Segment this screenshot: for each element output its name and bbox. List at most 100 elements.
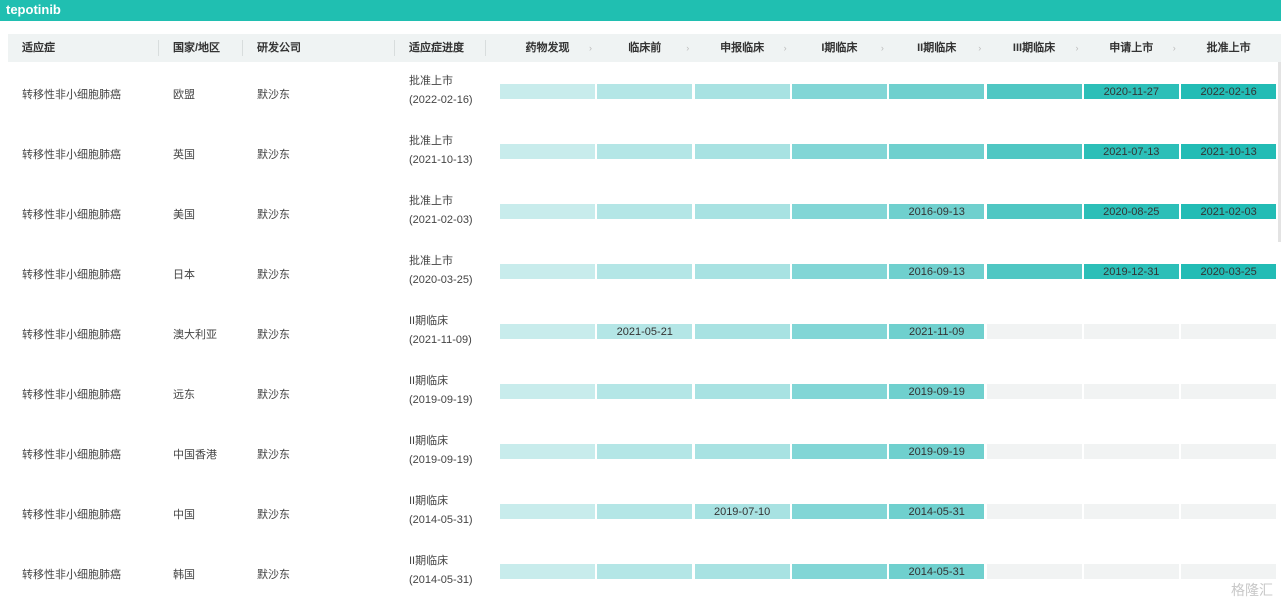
progress-date: (2020-03-25): [409, 274, 473, 286]
stage-bar: [1083, 504, 1179, 519]
stage-bar: [597, 384, 693, 399]
indication-cell: 转移性非小细胞肺癌: [22, 209, 121, 221]
stage-bar: [791, 504, 887, 519]
table-row[interactable]: 转移性非小细胞肺癌 欧盟 默沙东 批准上市 (2022-02-16) 2020-11-27…: [0, 62, 1281, 122]
stage-bar: 2019-09-19: [889, 444, 985, 459]
stage-bar: [597, 144, 693, 159]
header-company: 研发公司: [257, 42, 301, 54]
stage-bar: [694, 564, 790, 579]
stage-bar: [791, 144, 887, 159]
indication-cell: 转移性非小细胞肺癌: [22, 509, 121, 521]
stage-bar: [1083, 444, 1179, 459]
indication-cell: 转移性非小细胞肺癌: [22, 569, 121, 581]
indication-cell: 转移性非小细胞肺癌: [22, 149, 121, 161]
stage-bar: [1181, 444, 1277, 459]
progress-date: (2021-10-13): [409, 154, 473, 166]
stage-bar: [889, 144, 985, 159]
watermark: 格隆汇: [1231, 582, 1273, 598]
stage-bar: [500, 204, 595, 219]
region-cell: 美国: [173, 209, 195, 221]
stage-bar: [986, 384, 1082, 399]
stage-bar: [1181, 504, 1277, 519]
table-row[interactable]: 转移性非小细胞肺癌 英国 默沙东 批准上市 (2021-10-13) 2021-07-13…: [0, 122, 1281, 182]
progress-date: (2021-02-03): [409, 214, 473, 226]
progress-date: (2019-09-19): [409, 454, 473, 466]
stage-bar: 2022-02-16: [1181, 84, 1277, 99]
header-region: 国家/地区: [173, 42, 221, 54]
stage-bar: 2016-09-13: [889, 204, 985, 219]
indication-cell: 转移性非小细胞肺癌: [22, 389, 121, 401]
company-cell: 默沙东: [257, 329, 290, 341]
progress-date: (2014-05-31): [409, 514, 473, 526]
stage-bar: [1083, 384, 1179, 399]
stage-bar: [986, 444, 1082, 459]
table-row[interactable]: 转移性非小细胞肺癌 澳大利亚 默沙东 II期临床 (2021-11-09) 2021-05…: [0, 302, 1281, 362]
chevron-right-icon: ›: [1172, 43, 1176, 53]
chevron-right-icon: ›: [978, 43, 982, 53]
stage-bar: [694, 324, 790, 339]
table-row[interactable]: 转移性非小细胞肺癌 日本 默沙东 批准上市 (2020-03-25) 2016-09-13…: [0, 242, 1281, 302]
company-cell: 默沙东: [257, 509, 290, 521]
stage-bar: [791, 564, 887, 579]
stage-bar: 2019-12-31: [1083, 264, 1179, 279]
progress-date: (2019-09-19): [409, 394, 473, 406]
table-row[interactable]: 转移性非小细胞肺癌 韩国 默沙东 II期临床 (2014-05-31) 2014-05-3…: [0, 542, 1281, 602]
title-bar: tepotinib: [0, 0, 1281, 21]
header-stage: 申报临床: [720, 42, 765, 54]
header-stage: 申请上市: [1109, 42, 1154, 54]
header-divider: [242, 40, 243, 56]
chevron-right-icon: ›: [783, 43, 787, 53]
stage-bar: [500, 84, 595, 99]
stage-bar: [500, 264, 595, 279]
table-row[interactable]: 转移性非小细胞肺癌 远东 默沙东 II期临床 (2019-09-19) 2019-09-1…: [0, 362, 1281, 422]
stage-bar: [986, 564, 1082, 579]
table-row[interactable]: 转移性非小细胞肺癌 美国 默沙东 批准上市 (2021-02-03) 2016-09-13…: [0, 182, 1281, 242]
stage-bar: [986, 504, 1082, 519]
stage-bar: [1083, 324, 1179, 339]
stage-bar: [597, 84, 693, 99]
region-cell: 日本: [173, 269, 195, 281]
stage-bar: 2014-05-31: [889, 564, 985, 579]
pipeline-table-body: 转移性非小细胞肺癌 欧盟 默沙东 批准上市 (2022-02-16) 2020-11-27…: [0, 62, 1281, 606]
stage-bar: [791, 384, 887, 399]
header-stage: I期临床: [821, 42, 858, 54]
header-progress: 适应症进度: [409, 42, 464, 54]
header-divider: [485, 40, 486, 56]
progress-date: (2021-11-09): [409, 334, 472, 346]
stage-bar: [1083, 564, 1179, 579]
stage-bar: 2014-05-31: [889, 504, 985, 519]
stage-bar: 2021-11-09: [889, 324, 985, 339]
stage-bar: [500, 444, 595, 459]
chevron-right-icon: ›: [686, 43, 690, 53]
table-row[interactable]: 转移性非小细胞肺癌 中国 默沙东 II期临床 (2014-05-31) 2019-07-1…: [0, 482, 1281, 542]
table-row[interactable]: 转移性非小细胞肺癌 中国香港 默沙东 II期临床 (2019-09-19) 2019-09…: [0, 422, 1281, 482]
company-cell: 默沙东: [257, 149, 290, 161]
progress-status: II期临床: [409, 435, 449, 447]
stage-bar: [986, 204, 1082, 219]
stage-bar: [889, 84, 985, 99]
company-cell: 默沙东: [257, 269, 290, 281]
header-stage: 药物发现: [525, 42, 570, 54]
stage-bar: [791, 324, 887, 339]
table-header: 适应症 国家/地区 研发公司 适应症进度 药物发现 › 临床前 › 申报临床 › I期临床 ›…: [8, 34, 1281, 62]
stage-bar: [1181, 384, 1277, 399]
indication-cell: 转移性非小细胞肺癌: [22, 269, 121, 281]
chevron-right-icon: ›: [589, 43, 592, 53]
stage-bar: [597, 564, 693, 579]
stage-bar: [791, 204, 887, 219]
progress-status: II期临床: [409, 555, 449, 567]
page-title: tepotinib: [6, 2, 61, 17]
company-cell: 默沙东: [257, 89, 290, 101]
stage-bar: 2021-07-13: [1083, 144, 1179, 159]
progress-status: 批准上市: [409, 195, 453, 207]
region-cell: 中国: [173, 509, 195, 521]
stage-bar: [1181, 564, 1277, 579]
stage-bar: 2021-05-21: [597, 324, 693, 339]
stage-bar: [1181, 324, 1277, 339]
stage-bar: [791, 444, 887, 459]
progress-status: II期临床: [409, 315, 449, 327]
stage-bar: [694, 384, 790, 399]
region-cell: 英国: [173, 149, 195, 161]
stage-bar: [597, 444, 693, 459]
stage-bar: 2021-02-03: [1181, 204, 1277, 219]
